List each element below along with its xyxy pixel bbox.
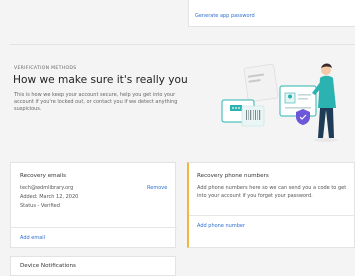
- recovery-email-added-date: Added: March 12, 2020: [20, 194, 79, 200]
- app-password-card: Generate app password: [188, 0, 355, 27]
- add-phone-number-link[interactable]: Add phone number: [197, 223, 245, 229]
- recovery-emails-card: Recovery emails tech@wdmlibrary.org Adde…: [10, 162, 177, 248]
- verification-illustration: [221, 63, 338, 142]
- recovery-emails-title: Recovery emails: [20, 173, 67, 179]
- recovery-phones-description: Add phone numbers here so we can send yo…: [197, 185, 347, 199]
- recovery-phones-card: Recovery phone numbers Add phone numbers…: [187, 162, 355, 248]
- add-email-link[interactable]: Add email: [20, 235, 45, 241]
- generate-app-password-link[interactable]: Generate app password: [195, 13, 255, 19]
- remove-email-link[interactable]: Remove: [147, 185, 167, 191]
- recovery-email-status: Status - Verified: [20, 203, 60, 209]
- card-divider: [189, 215, 355, 216]
- recovery-phones-title: Recovery phone numbers: [197, 173, 269, 179]
- section-divider: [10, 44, 355, 45]
- section-eyebrow: VERIFICATION METHODS: [14, 66, 77, 71]
- recovery-email-address: tech@wdmlibrary.org: [20, 185, 74, 191]
- page-title: How we make sure it's really you: [13, 74, 188, 86]
- section-description: This is how we keep your account secure,…: [14, 92, 178, 112]
- device-notifications-title: Device Notifications: [20, 263, 76, 269]
- device-notifications-card: Device Notifications: [10, 256, 176, 276]
- card-divider: [11, 227, 177, 228]
